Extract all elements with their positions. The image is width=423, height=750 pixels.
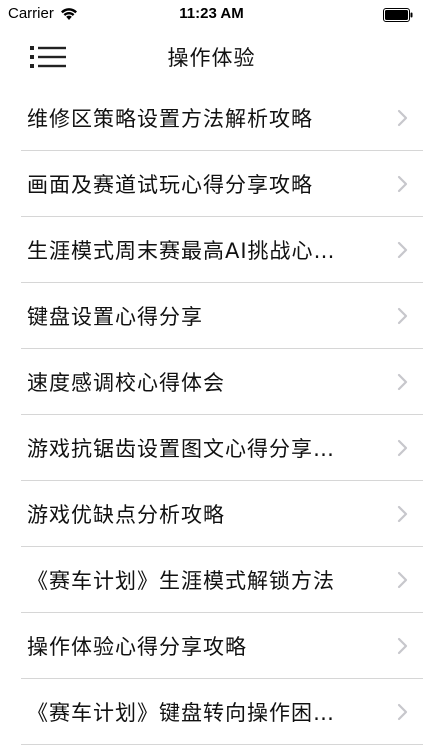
list-item[interactable]: 《赛车计划》键盘转向操作困… <box>0 679 423 745</box>
chevron-right-icon <box>397 109 408 127</box>
chevron-right-icon <box>397 571 408 589</box>
list-item[interactable]: 游戏抗锯齿设置图文心得分享… <box>0 415 423 481</box>
app-screen: Carrier 11:23 AM 操作体验 维修区策略设置方法解析攻略 画面及赛… <box>0 0 423 750</box>
list-item[interactable]: 游戏优缺点分析攻略 <box>0 481 423 547</box>
status-time: 11:23 AM <box>179 5 244 22</box>
list-item-label: 游戏抗锯齿设置图文心得分享… <box>27 437 335 461</box>
list-item-label: 《赛车计划》键盘转向操作困… <box>27 701 335 725</box>
list-item-label: 键盘设置心得分享 <box>27 305 203 329</box>
list-item[interactable]: 维修区策略设置方法解析攻略 <box>0 85 423 151</box>
page-title: 操作体验 <box>167 46 256 70</box>
list-item[interactable]: 速度感调校心得体会 <box>0 349 423 415</box>
chevron-right-icon <box>397 703 408 721</box>
list-item-label: 操作体验心得分享攻略 <box>27 635 247 659</box>
list-item[interactable]: 《赛车计划》生涯模式解锁方法 <box>0 547 423 613</box>
article-list: 维修区策略设置方法解析攻略 画面及赛道试玩心得分享攻略 生涯模式周末赛最高AI挑… <box>0 85 423 745</box>
chevron-right-icon <box>397 373 408 391</box>
chevron-right-icon <box>397 241 408 259</box>
list-item[interactable]: 画面及赛道试玩心得分享攻略 <box>0 151 423 217</box>
list-item-label: 游戏优缺点分析攻略 <box>27 503 225 527</box>
list-item[interactable]: 操作体验心得分享攻略 <box>0 613 423 679</box>
list-item-label: 画面及赛道试玩心得分享攻略 <box>27 173 313 197</box>
chevron-right-icon <box>397 505 408 523</box>
navigation-bar: 操作体验 <box>0 30 423 84</box>
list-item-label: 速度感调校心得体会 <box>27 371 225 395</box>
chevron-right-icon <box>397 439 408 457</box>
list-item-label: 《赛车计划》生涯模式解锁方法 <box>27 569 335 593</box>
chevron-right-icon <box>397 175 408 193</box>
battery-icon <box>383 8 413 22</box>
list-item[interactable]: 生涯模式周末赛最高AI挑战心… <box>0 217 423 283</box>
chevron-right-icon <box>397 637 408 655</box>
list-item-label: 维修区策略设置方法解析攻略 <box>27 107 313 131</box>
list-item[interactable]: 键盘设置心得分享 <box>0 283 423 349</box>
status-bar: Carrier 11:23 AM <box>0 0 423 30</box>
chevron-right-icon <box>397 307 408 325</box>
list-item-label: 生涯模式周末赛最高AI挑战心… <box>27 239 336 263</box>
